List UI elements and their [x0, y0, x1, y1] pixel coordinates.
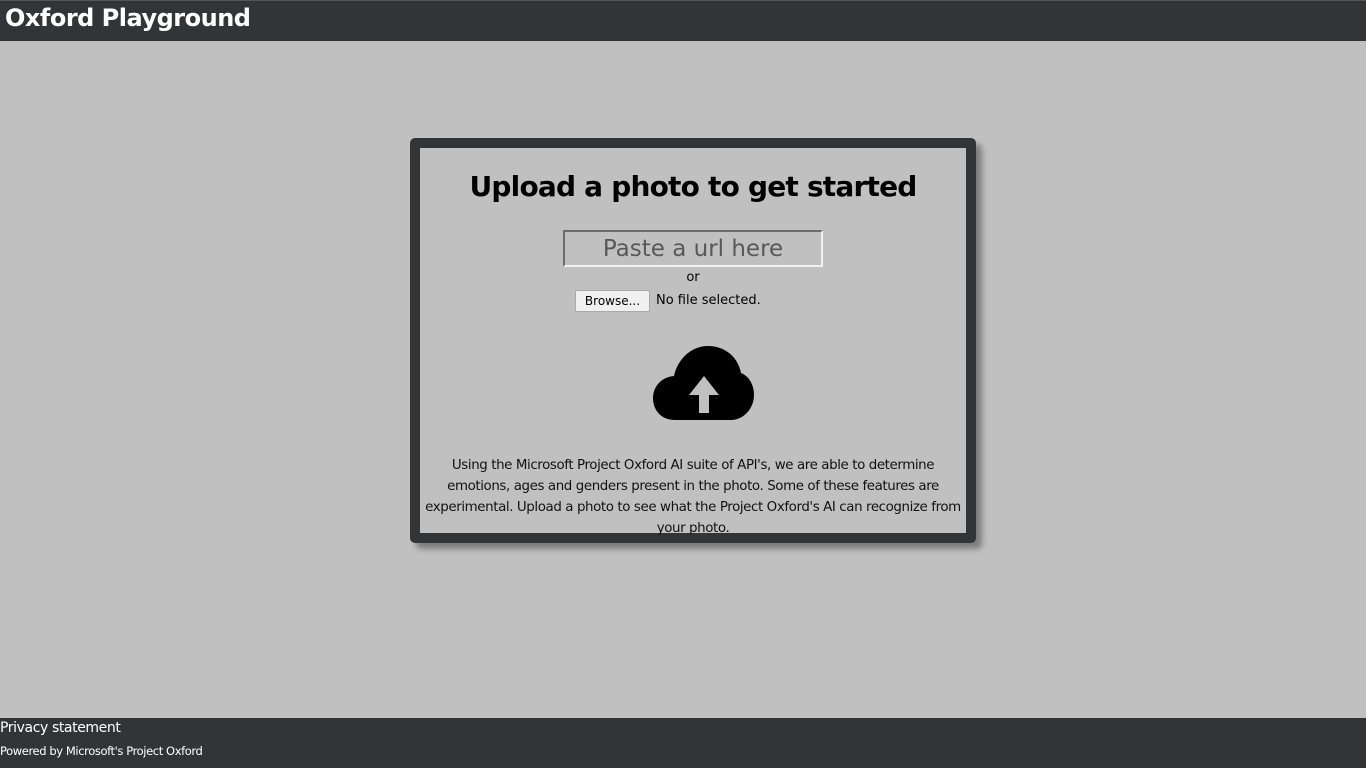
url-input[interactable] — [563, 230, 823, 267]
privacy-statement-link[interactable]: Privacy statement — [0, 720, 121, 736]
powered-by-text: Powered by Microsoft's Project Oxford — [0, 744, 203, 758]
upload-card: Upload a photo to get started or Browse.… — [410, 138, 976, 543]
upload-card-body: Upload a photo to get started or Browse.… — [420, 148, 966, 536]
file-status-label: No file selected. — [656, 293, 761, 308]
or-separator: or — [686, 270, 700, 285]
footer: Privacy statement Powered by Microsoft's… — [0, 718, 1366, 768]
top-bar: Oxford Playground — [0, 0, 1366, 41]
app-title[interactable]: Oxford Playground — [5, 4, 251, 32]
description-text: Using the Microsoft Project Oxford AI su… — [425, 458, 961, 536]
cloud-upload-icon[interactable] — [653, 346, 754, 421]
browse-button[interactable]: Browse... — [575, 290, 650, 312]
upload-heading: Upload a photo to get started — [469, 170, 917, 203]
